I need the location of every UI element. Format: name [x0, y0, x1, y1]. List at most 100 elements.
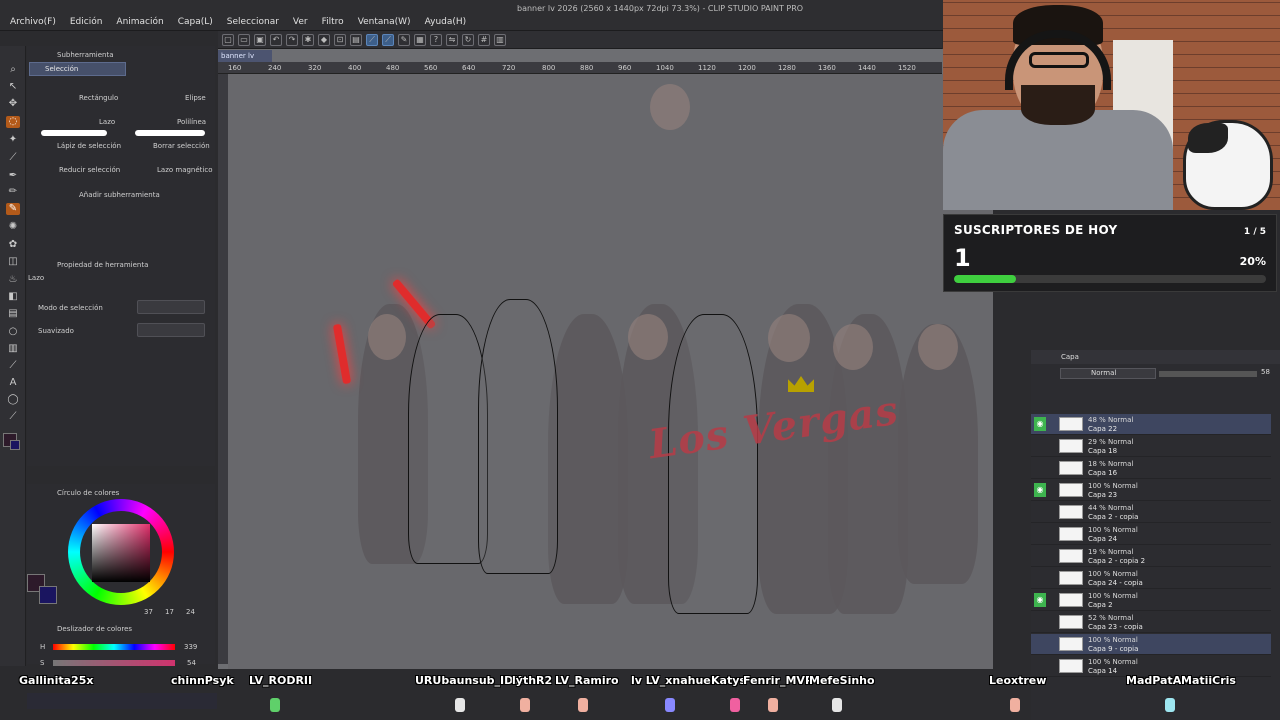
eye-icon[interactable] [1034, 505, 1046, 519]
brush-icon[interactable]: ✎ [6, 203, 20, 215]
menu-animacion[interactable]: Animación [116, 17, 163, 31]
correct-line-icon[interactable]: ⟋ [6, 411, 20, 423]
opacity-slider[interactable] [1159, 371, 1257, 377]
decoration-icon[interactable]: ✿ [6, 239, 20, 251]
menu-filtro[interactable]: Filtro [322, 17, 344, 31]
eye-icon[interactable] [1034, 461, 1046, 475]
canvas-area[interactable]: Los Vergas [218, 49, 993, 669]
help-icon[interactable]: ? [430, 33, 442, 46]
fill-icon[interactable]: ◆ [318, 33, 330, 46]
layer-row[interactable]: 44 % Normal Capa 2 - copia [1031, 502, 1271, 523]
selection-mode-control[interactable] [137, 300, 205, 314]
color-slider-tab[interactable]: Deslizador de colores [57, 622, 132, 636]
balloon-icon[interactable]: ◯ [6, 394, 20, 406]
eye-icon[interactable] [1034, 615, 1046, 629]
lasso-icon[interactable]: ◌ [6, 116, 20, 128]
sub-color-swatch[interactable] [39, 586, 57, 604]
eye-icon[interactable] [1034, 439, 1046, 453]
blend-mode-select[interactable]: Normal [1060, 368, 1156, 379]
flip-icon[interactable]: ⇋ [446, 33, 458, 46]
layer-row[interactable]: 100 % Normal Capa 24 - copia [1031, 568, 1271, 589]
antialias-control[interactable] [137, 323, 205, 337]
snap-icon[interactable]: ⟋ [366, 33, 378, 46]
rotate-icon[interactable]: ↻ [462, 33, 474, 46]
material-icon[interactable]: ▥ [494, 33, 506, 46]
layer-row[interactable]: 19 % Normal Capa 2 - copia 2 [1031, 546, 1271, 567]
selection-group-header[interactable]: Selección [29, 62, 126, 76]
frame-icon[interactable]: ▥ [6, 343, 20, 355]
menu-capa[interactable]: Capa(L) [178, 17, 213, 31]
layer-property-icon[interactable]: ▦ [414, 33, 426, 46]
auto-select-icon[interactable]: ✦ [6, 134, 20, 146]
layer-row[interactable]: 18 % Normal Capa 16 [1031, 458, 1271, 479]
clear-icon[interactable]: ✱ [302, 33, 314, 46]
snap-ruler-icon[interactable]: ⟋ [382, 33, 394, 46]
layer-row[interactable]: ◉ 48 % Normal Capa 22 [1031, 414, 1271, 435]
eraser-icon[interactable]: ◫ [6, 256, 20, 268]
eye-icon[interactable]: ◉ [1034, 593, 1046, 607]
gradient-icon[interactable]: ▤ [6, 308, 20, 320]
subtool-selection-pen[interactable]: Lápiz de selección [57, 142, 121, 150]
menu-ventana[interactable]: Ventana(W) [358, 17, 411, 31]
tool-property-tab[interactable]: Propiedad de herramienta [57, 258, 148, 272]
subtool-lasso[interactable]: Lazo [99, 118, 115, 126]
color-wheel-tab[interactable]: Círculo de colores [57, 486, 119, 500]
layer-row[interactable]: 52 % Normal Capa 23 - copia [1031, 612, 1271, 633]
menu-ayuda[interactable]: Ayuda(H) [425, 17, 467, 31]
move-icon[interactable]: ✥ [6, 98, 20, 110]
figure-icon[interactable]: ○ [6, 326, 20, 338]
eye-icon[interactable]: ◉ [1034, 417, 1046, 431]
open-icon[interactable]: ▭ [238, 33, 250, 46]
eyedropper-icon[interactable]: ⟋ [6, 152, 20, 164]
redo-icon[interactable]: ↷ [286, 33, 298, 46]
subtool-tab[interactable]: Subherramienta [57, 48, 114, 62]
hue-slider[interactable] [53, 644, 175, 650]
layer-row[interactable]: 100 % Normal Capa 9 - copia [1031, 634, 1271, 655]
text-icon[interactable]: A [6, 377, 20, 389]
tool-strip: ⌕ ↖ ✥ ◌ ✦ ⟋ ✒ ✏ ✎ ✺ ✿ ◫ ♨ ◧ ▤ ○ ▥ ⟋ A ◯ … [0, 46, 26, 666]
canvas-tab[interactable]: banner lv 2026 [218, 50, 272, 72]
new-icon[interactable]: ▢ [222, 33, 234, 46]
menu-ver[interactable]: Ver [293, 17, 308, 31]
ruler-icon[interactable]: ⟋ [6, 360, 20, 372]
fill-bucket-icon[interactable]: ◧ [6, 291, 20, 303]
menu-seleccionar[interactable]: Seleccionar [227, 17, 279, 31]
menu-archivo[interactable]: Archivo(F) [10, 17, 56, 31]
pen-icon[interactable]: ✒ [6, 170, 20, 182]
subtool-rectangle[interactable]: Rectángulo [79, 94, 118, 102]
layer-row[interactable]: 29 % Normal Capa 18 [1031, 436, 1271, 457]
add-subtool-button[interactable]: Añadir subherramienta [79, 191, 160, 199]
saturation-value-square[interactable] [92, 524, 150, 582]
eye-icon[interactable] [1034, 571, 1046, 585]
layer-row[interactable]: ◉ 100 % Normal Capa 23 [1031, 480, 1271, 501]
operation-icon[interactable]: ↖ [6, 81, 20, 93]
eye-icon[interactable] [1034, 549, 1046, 563]
menu-edicion[interactable]: Edición [70, 17, 103, 31]
save-icon[interactable]: ▣ [254, 33, 266, 46]
eye-icon[interactable] [1034, 637, 1046, 651]
layer-row[interactable]: ◉ 100 % Normal Capa 2 [1031, 590, 1271, 611]
layer-row[interactable]: 100 % Normal Capa 24 [1031, 524, 1271, 545]
artwork[interactable]: Los Vergas [228, 74, 993, 669]
subtool-shrink-selection[interactable]: Reducir selección [59, 166, 120, 174]
subtool-ellipse[interactable]: Elipse [185, 94, 206, 102]
eye-icon[interactable] [1034, 527, 1046, 541]
layer-tab[interactable]: Capa [1031, 350, 1280, 364]
layer-mode: 100 % Normal [1088, 526, 1138, 534]
transform-icon[interactable]: ⊡ [334, 33, 346, 46]
sub-color-swatch[interactable] [10, 440, 20, 450]
airbrush-icon[interactable]: ✺ [6, 221, 20, 233]
sketch-character [478, 299, 558, 574]
pen-settings-icon[interactable]: ✎ [398, 33, 410, 46]
subtool-selection-eraser[interactable]: Borrar selección [153, 142, 210, 150]
deselect-icon[interactable]: ▤ [350, 33, 362, 46]
pencil-icon[interactable]: ✏ [6, 186, 20, 198]
saturation-slider[interactable] [53, 660, 175, 666]
grid-icon[interactable]: # [478, 33, 490, 46]
subtool-magnetic-lasso[interactable]: Lazo magnético [157, 166, 213, 174]
zoom-icon[interactable]: ⌕ [6, 64, 20, 76]
undo-icon[interactable]: ↶ [270, 33, 282, 46]
blend-icon[interactable]: ♨ [6, 274, 20, 286]
subtool-polyline[interactable]: Polilínea [177, 118, 206, 126]
eye-icon[interactable]: ◉ [1034, 483, 1046, 497]
